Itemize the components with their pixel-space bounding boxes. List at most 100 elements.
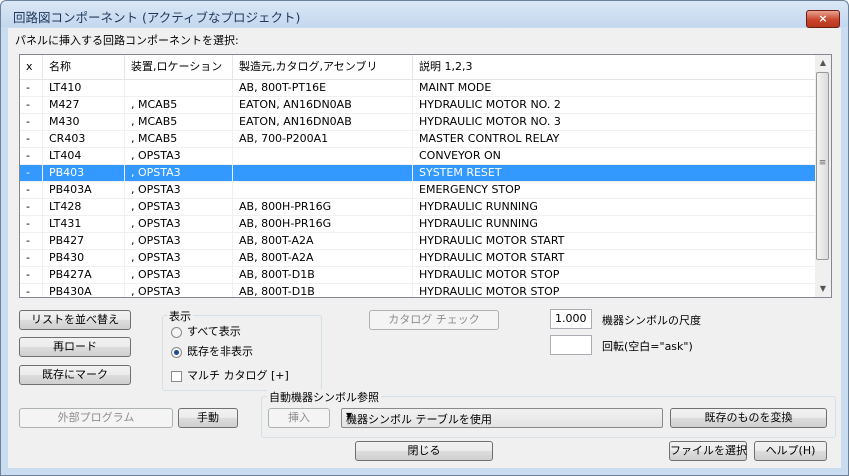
row-description: MASTER CONTROL RELAY [419,132,560,145]
catalog-check-button[interactable]: カタログ チェック [369,310,499,330]
table-row[interactable]: - PB427A, OPSTA3 AB, 800T-D1B HYDRAULIC MOT… [20,267,815,284]
manual-button[interactable]: 手動 [178,408,238,428]
close-button[interactable]: 閉じる [355,441,493,461]
symbol-lookup-combo[interactable]: 機器シンボル テーブルを使用 ▼ [341,408,663,428]
table-row[interactable]: - PB427, OPSTA3 AB, 800T-A2A HYDRAULIC MOTO… [20,233,815,250]
row-tag: LT431 [43,216,125,232]
show-all-label[interactable]: すべて表示 [187,325,241,339]
row-location: , OPSTA3 [125,216,233,232]
symbol-scale-label: 機器シンボルの尺度 [602,314,701,327]
row-flag: - [20,80,43,96]
title-bar[interactable]: 回路図コンポーネント (アクティブなプロジェクト) × [1,1,848,28]
mark-existing-button[interactable]: 既存にマーク [19,365,131,385]
row-catalog: AB, 800T-A2A [233,233,413,249]
row-flag: - [20,233,43,249]
row-catalog: AB, 800T-D1B [233,267,413,283]
scroll-up-icon[interactable]: ▲ [815,55,831,71]
row-tag: PB427 [43,233,125,249]
table-row[interactable]: - LT410 AB, 800T-PT16E MAINT MODE [20,80,815,97]
hide-existing-label[interactable]: 既存を非表示 [187,345,253,359]
row-catalog [233,182,413,198]
row-tag: M427 [43,97,125,113]
row-tag: PB430 [43,250,125,266]
row-flag: - [20,199,43,215]
row-catalog: AB, 800T-A2A [233,250,413,266]
column-header-catalog[interactable]: 製造元,カタログ,アセンブリ [233,55,413,79]
row-description: MAINT MODE [419,81,492,94]
display-group-label: 表示 [167,308,193,324]
select-file-button[interactable]: ファイルを選択 [669,441,747,461]
chevron-down-icon: ▼ [346,411,353,420]
column-header-description[interactable]: 説明 1,2,3 [413,55,815,79]
row-tag: PB430A [43,284,125,297]
component-list[interactable]: x 名称 装置,ロケーション 製造元,カタログ,アセンブリ 説明 1,2,3 -… [19,54,832,298]
row-description: HYDRAULIC MOTOR STOP [419,268,560,281]
table-row[interactable]: - PB403, OPSTA3 SYSTEM RESET [20,165,815,182]
row-description: HYDRAULIC MOTOR START [419,234,565,247]
row-location: , OPSTA3 [125,233,233,249]
row-description: HYDRAULIC MOTOR STOP [419,285,560,298]
selection-prompt: パネルに挿入する回路コンポーネントを選択: [15,34,239,47]
row-catalog: AB, 800H-PR16G [233,199,413,215]
table-row[interactable]: - LT404, OPSTA3 CONVEYOR ON [20,148,815,165]
table-row[interactable]: - M430, MCAB5 EATON, AN16DN0AB HYDRAULIC MO… [20,114,815,131]
rotation-label: 回転(空白="ask") [602,340,693,353]
show-all-radio[interactable] [171,327,182,338]
reload-button[interactable]: 再ロード [19,337,131,357]
row-description: EMERGENCY STOP [419,183,521,196]
row-flag: - [20,267,43,283]
multi-catalog-label[interactable]: マルチ カタログ [+] [187,369,289,383]
close-window-button[interactable]: × [806,10,840,28]
hide-existing-radio[interactable] [171,347,182,358]
column-header-x[interactable]: x [20,55,43,79]
table-row[interactable]: - CR403, MCAB5 AB, 700-P200A1 MASTER CONTRO… [20,131,815,148]
table-row[interactable]: - PB430, OPSTA3 AB, 800T-A2A HYDRAULIC MOTO… [20,250,815,267]
sort-list-button[interactable]: リストを並べ替え [19,310,131,330]
help-button[interactable]: ヘルプ(H) [754,441,827,461]
column-header-tag[interactable]: 名称 [43,55,125,79]
insert-button[interactable]: 挿入 [268,408,330,428]
symbol-scale-input[interactable]: 1.000 [550,309,592,329]
row-flag: - [20,148,43,164]
row-flag: - [20,97,43,113]
list-vertical-scrollbar[interactable]: ▲ ≡ ▼ [815,55,831,297]
row-catalog: EATON, AN16DN0AB [233,97,413,113]
window-title: 回路図コンポーネント (アクティブなプロジェクト) [13,10,301,25]
row-catalog: AB, 800H-PR16G [233,216,413,232]
external-program-button[interactable]: 外部プログラム [19,408,173,428]
column-header-location[interactable]: 装置,ロケーション [125,55,233,79]
row-flag: - [20,182,43,198]
table-row[interactable]: - LT431, OPSTA3 AB, 800H-PR16G HYDRAULIC RU… [20,216,815,233]
row-flag: - [20,114,43,130]
row-description: HYDRAULIC RUNNING [419,217,538,230]
row-tag: LT404 [43,148,125,164]
row-tag: LT428 [43,199,125,215]
row-catalog [233,165,413,181]
row-flag: - [20,131,43,147]
table-row[interactable]: - PB430A, OPSTA3 AB, 800T-D1B HYDRAULIC MOT… [20,284,815,298]
row-tag: PB403A [43,182,125,198]
convert-existing-button[interactable]: 既存のものを変換 [670,408,827,428]
table-row[interactable]: - PB403A, OPSTA3 EMERGENCY STOP [20,182,815,199]
row-catalog: AB, 700-P200A1 [233,131,413,147]
row-location [125,80,233,96]
auto-symbol-group-label: 自動機器シンボル参照 [267,389,381,405]
row-tag: PB427A [43,267,125,283]
row-location: , OPSTA3 [125,165,233,181]
table-row[interactable]: - LT428, OPSTA3 AB, 800H-PR16G HYDRAULIC RU… [20,199,815,216]
scroll-down-icon[interactable]: ▼ [815,281,831,297]
dialog-window: 回路図コンポーネント (アクティブなプロジェクト) × パネルに挿入する回路コン… [0,0,849,476]
row-catalog: AB, 800T-PT16E [233,80,413,96]
row-location: , MCAB5 [125,97,233,113]
row-location: , OPSTA3 [125,148,233,164]
rotation-input[interactable] [550,335,592,355]
close-icon: × [818,12,828,25]
multi-catalog-checkbox[interactable] [171,371,182,382]
row-tag: CR403 [43,131,125,147]
row-location: , OPSTA3 [125,199,233,215]
row-description: HYDRAULIC MOTOR NO. 2 [419,98,561,111]
row-description: HYDRAULIC RUNNING [419,200,538,213]
scroll-thumb[interactable]: ≡ [816,72,829,260]
row-tag: PB403 [43,165,125,181]
table-row[interactable]: - M427, MCAB5 EATON, AN16DN0AB HYDRAULIC MO… [20,97,815,114]
